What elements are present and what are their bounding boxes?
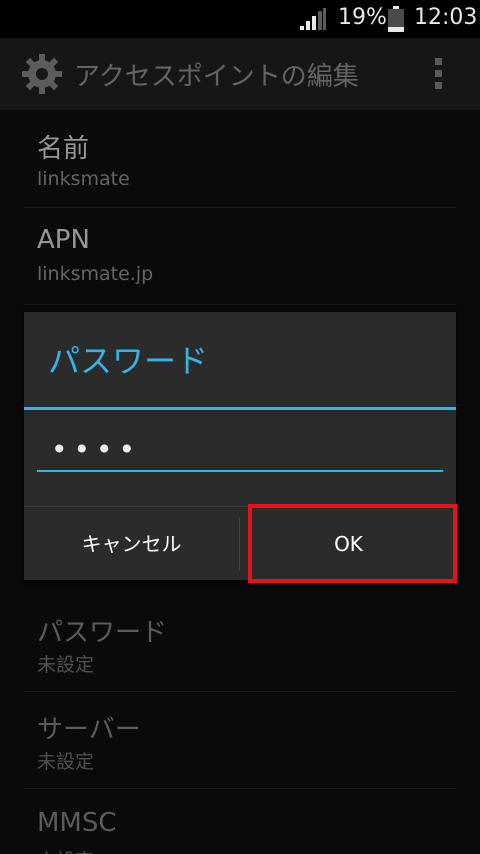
battery-icon <box>388 6 404 32</box>
clock: 12:03 <box>414 5 478 30</box>
battery-percent: 19% <box>338 5 387 30</box>
ok-highlight-box <box>248 504 457 583</box>
dialog-title: パスワード <box>48 342 209 380</box>
signal-icon <box>300 8 326 30</box>
status-bar: 19% 12:03 <box>0 0 480 38</box>
cancel-button[interactable]: キャンセル <box>24 507 239 581</box>
password-input[interactable]: •••• <box>37 430 443 472</box>
dialog-title-divider <box>24 407 456 410</box>
button-divider <box>239 517 240 571</box>
screen: 19% 12:03 アクセスポイントの編集 名前 linksmate APN l… <box>0 0 480 854</box>
